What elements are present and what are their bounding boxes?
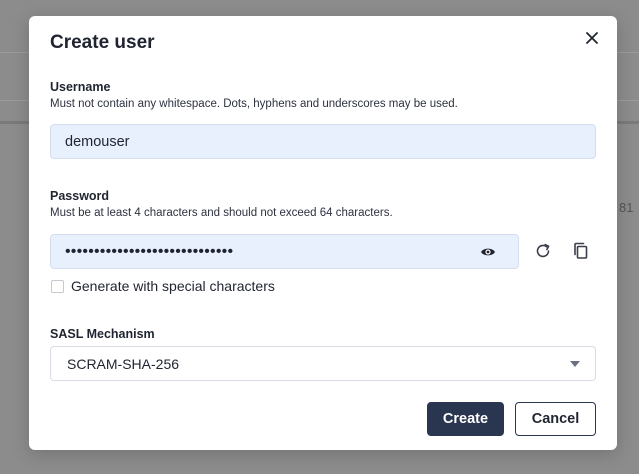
create-button[interactable]: Create [427,402,504,436]
sasl-selected-value: SCRAM-SHA-256 [67,356,180,372]
password-help-text: Must be at least 4 characters and should… [50,207,393,219]
dialog-title: Create user [50,32,155,53]
copy-icon[interactable] [571,241,591,261]
create-user-dialog: Create user Username Must not contain an… [29,16,617,450]
generate-special-checkbox[interactable] [51,280,64,293]
username-label: Username [50,80,111,94]
sasl-mechanism-label: SASL Mechanism [50,327,155,341]
password-masked-value: ••••••••••••••••••••••••••••• [65,243,234,260]
close-icon[interactable] [583,29,601,47]
password-label: Password [50,189,110,203]
background-partial-text: 81 [619,200,634,215]
generate-special-label: Generate with special characters [71,278,275,294]
sasl-mechanism-select[interactable]: SCRAM-SHA-256 [50,346,596,381]
username-help-text: Must not contain any whitespace. Dots, h… [50,98,458,110]
password-input[interactable]: ••••••••••••••••••••••••••••• [50,234,519,269]
refresh-icon[interactable] [533,241,553,261]
username-input[interactable] [50,124,596,159]
eye-icon[interactable] [480,245,496,259]
chevron-down-icon [570,361,580,367]
cancel-button[interactable]: Cancel [515,402,596,436]
